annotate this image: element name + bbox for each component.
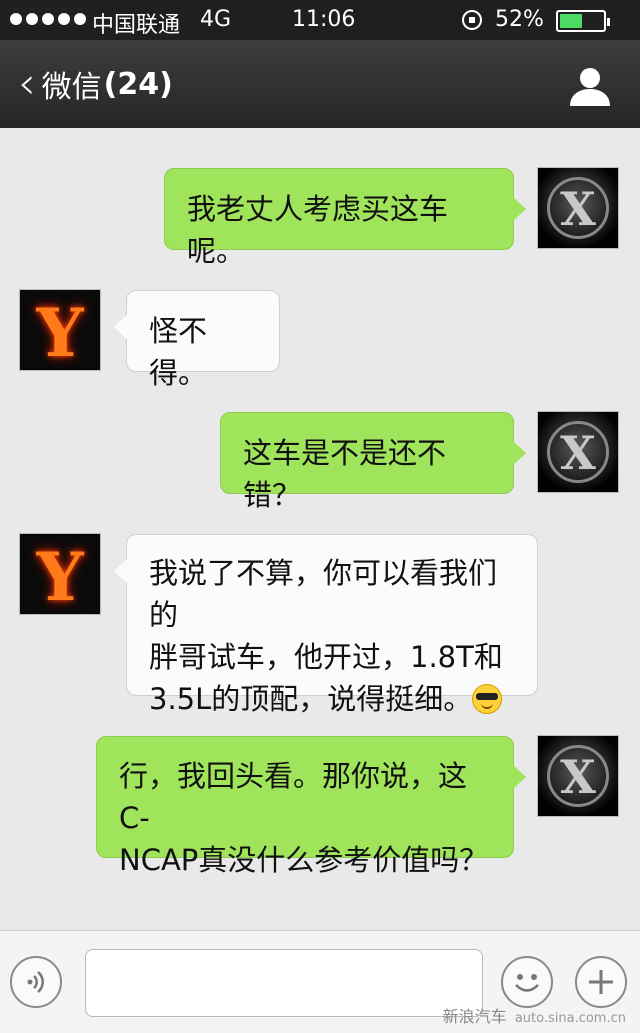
back-label: 微信 <box>41 70 102 105</box>
message-text: 我老丈人考虑买这车呢。 <box>187 192 449 268</box>
contact-avatar[interactable]: Y <box>19 289 101 371</box>
incoming-message-bubble[interactable]: 怪不得。 <box>114 290 280 390</box>
clock: 11:06 <box>292 7 356 32</box>
message-line: NCAP真没什么参考价值吗？ <box>119 843 489 877</box>
outgoing-message-bubble[interactable]: 我老丈人考虑买这车呢。 <box>164 168 526 268</box>
signal-strength-icon <box>10 10 86 25</box>
person-icon[interactable] <box>568 64 612 108</box>
chevron-left-icon: ‹ <box>18 58 36 109</box>
message-text: 怪不得。 <box>149 314 208 390</box>
my-avatar[interactable]: X <box>537 167 619 249</box>
unread-count: (24) <box>103 66 173 102</box>
voice-icon[interactable] <box>10 956 62 1008</box>
incoming-message-bubble[interactable]: 我说了不算，你可以看我们的 胖哥试车，他开过，1.8T和 3.5L的顶配，说得挺… <box>114 534 538 716</box>
message-line: 行，我回头看。那你说，这C- <box>119 759 468 835</box>
x-avatar: X <box>560 750 596 804</box>
y-avatar: Y <box>36 538 84 615</box>
my-avatar[interactable]: X <box>537 411 619 493</box>
contact-avatar[interactable]: Y <box>19 533 101 615</box>
navigation-bar: ‹ 微信 (24) <box>0 40 640 128</box>
message-line: 3.5L的顶配，说得挺细。 <box>149 682 473 716</box>
my-avatar[interactable]: X <box>537 735 619 817</box>
watermark-url: auto.sina.com.cn <box>514 1011 626 1026</box>
outgoing-message-bubble[interactable]: 行，我回头看。那你说，这C- NCAP真没什么参考价值吗？ <box>96 736 526 877</box>
network-type: 4G <box>200 7 232 32</box>
plus-icon[interactable] <box>575 956 627 1008</box>
message-line: 我说了不算，你可以看我们的 <box>149 556 498 632</box>
y-avatar: Y <box>36 294 84 371</box>
battery-icon <box>556 10 610 32</box>
battery-percentage: 52% <box>495 7 544 32</box>
outgoing-message-bubble[interactable]: 这车是不是还不错？ <box>220 412 526 512</box>
back-button[interactable]: ‹ 微信 (24) <box>18 62 173 106</box>
smiley-icon[interactable] <box>501 956 553 1008</box>
watermark-brand: 新浪汽车 <box>442 1007 507 1026</box>
watermark: 新浪汽车 auto.sina.com.cn <box>443 1003 626 1027</box>
x-avatar: X <box>560 182 596 236</box>
message-text: 这车是不是还不错？ <box>243 436 447 512</box>
status-bar: 中国联通 4G 11:06 52% <box>0 0 640 40</box>
x-avatar: X <box>560 426 596 480</box>
message-line: 胖哥试车，他开过，1.8T和 <box>149 640 503 674</box>
carrier-name: 中国联通 <box>92 13 181 38</box>
cool-smiley-emoji <box>472 684 503 714</box>
battery-level-fill <box>560 14 582 28</box>
rotation-lock-icon <box>462 10 482 30</box>
message-text-input[interactable] <box>85 949 483 1017</box>
chat-message-list[interactable]: 我老丈人考虑买这车呢。 X Y 怪不得。 这车是不是还不错？ X Y 我说了不算… <box>0 128 640 928</box>
message-input-bar: 新浪汽车 auto.sina.com.cn <box>0 930 640 1033</box>
